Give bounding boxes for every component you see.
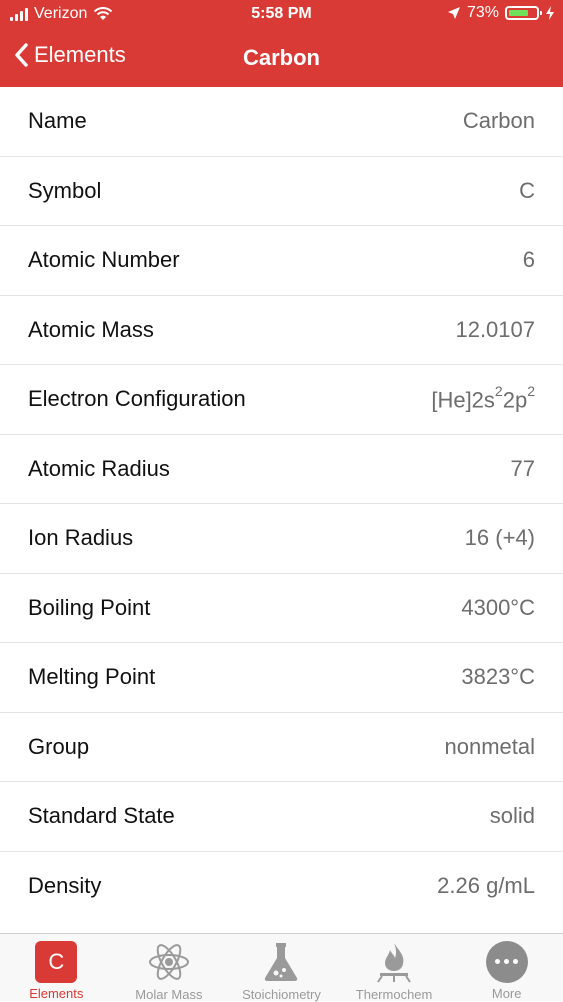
- property-value: Carbon: [462, 108, 535, 134]
- property-value: 4300°C: [461, 594, 535, 620]
- burner-flame-icon: [372, 940, 416, 984]
- tab-stoichiometry[interactable]: Stoichiometry: [225, 934, 338, 1002]
- tab-label: More: [491, 986, 522, 1001]
- navigation-bar: Elements Carbon: [0, 36, 563, 80]
- property-value: 12.0107: [455, 316, 535, 342]
- atom-icon: [147, 940, 191, 984]
- config-mid: 2p: [502, 386, 528, 412]
- property-label: Symbol: [28, 177, 102, 203]
- property-value: solid: [489, 803, 535, 829]
- property-label: Standard State: [28, 803, 175, 829]
- config-superscript: 2: [527, 382, 535, 399]
- status-right: 73%: [447, 4, 555, 22]
- property-label: Melting Point: [28, 664, 156, 690]
- charging-bolt-icon: [546, 6, 554, 20]
- more-dots-icon: [485, 940, 529, 983]
- flask-icon: [259, 940, 303, 984]
- property-row-density: Density 2.26 g/mL: [0, 852, 563, 922]
- status-bar: Verizon 5:58 PM 73%: [0, 0, 563, 30]
- property-label: Group: [28, 733, 90, 759]
- property-value: 3823°C: [461, 664, 535, 690]
- tab-molar-mass[interactable]: Molar Mass: [113, 934, 226, 1002]
- tab-elements[interactable]: C Elements: [0, 934, 113, 1001]
- property-value: 2.26 g/mL: [437, 873, 535, 899]
- property-label: Boiling Point: [28, 594, 151, 620]
- property-value: 77: [510, 455, 535, 481]
- tab-thermochem[interactable]: Thermochem: [338, 934, 451, 1002]
- property-row-standard-state: Standard State solid: [0, 782, 563, 852]
- property-row-boiling-point: Boiling Point 4300°C: [0, 574, 563, 643]
- config-superscript: 2: [494, 382, 503, 399]
- property-label: Electron Configuration: [28, 386, 246, 412]
- property-row-symbol: Symbol C: [0, 157, 563, 226]
- property-row-group: Group nonmetal: [0, 713, 563, 782]
- battery-fill: [509, 10, 528, 16]
- property-value: 6: [522, 247, 535, 273]
- tab-bar: C Elements Molar Mass Stoichiometry Ther…: [0, 933, 563, 1002]
- property-label: Atomic Mass: [28, 316, 154, 342]
- battery-percent: 73%: [466, 4, 499, 21]
- property-row-name: Name Carbon: [0, 87, 563, 157]
- page-title: Carbon: [243, 45, 320, 70]
- location-arrow-icon: [447, 7, 460, 19]
- element-properties-list[interactable]: Name Carbon Symbol C Atomic Number 6 Ato…: [0, 87, 563, 933]
- property-label: Atomic Number: [28, 247, 180, 273]
- property-value: [He]2s22p2: [431, 382, 535, 413]
- property-row-electron-configuration: Electron Configuration [He]2s22p2: [0, 365, 563, 435]
- property-row-atomic-number: Atomic Number 6: [0, 226, 563, 296]
- property-row-ion-radius: Ion Radius 16 (+4): [0, 504, 563, 574]
- property-label: Atomic Radius: [28, 455, 170, 481]
- tab-more[interactable]: More: [450, 934, 563, 1001]
- battery-icon: [505, 6, 542, 20]
- tab-label: Elements: [29, 986, 84, 1001]
- property-label: Ion Radius: [28, 525, 134, 551]
- property-value: nonmetal: [444, 733, 535, 759]
- property-row-atomic-mass: Atomic Mass 12.0107: [0, 296, 563, 365]
- property-label: Name: [28, 108, 87, 134]
- property-label: Density: [28, 873, 102, 899]
- property-row-melting-point: Melting Point 3823°C: [0, 643, 563, 713]
- property-row-atomic-radius: Atomic Radius 77: [0, 435, 563, 504]
- header: Verizon 5:58 PM 73% Elements Carbon: [0, 0, 563, 87]
- element-c-glyph: C: [35, 940, 78, 983]
- property-value: 16 (+4): [464, 525, 535, 551]
- config-base: [He]2s: [431, 386, 495, 412]
- element-c-icon: C: [34, 940, 78, 983]
- property-value: C: [519, 177, 535, 203]
